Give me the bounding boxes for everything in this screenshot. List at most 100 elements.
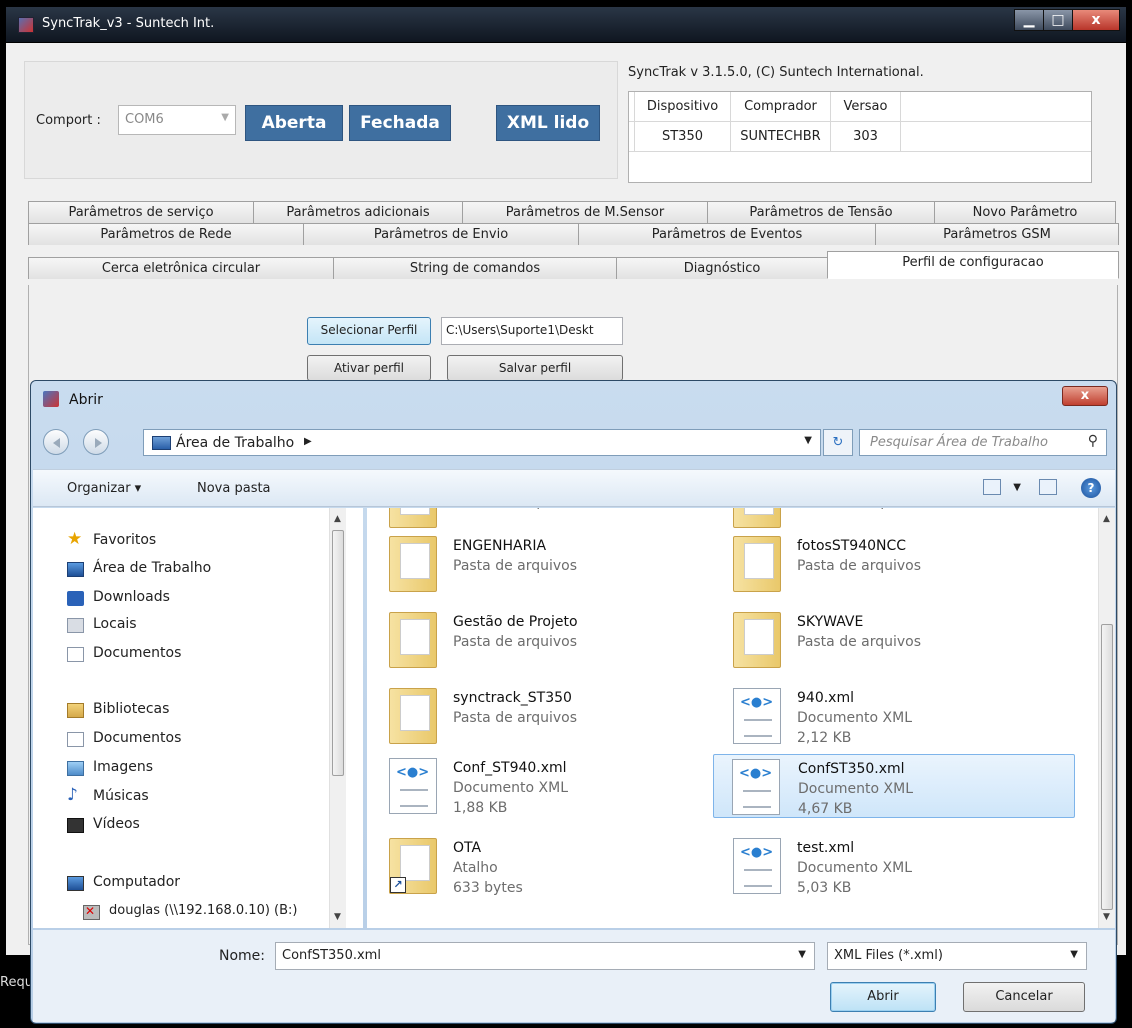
selecionar-perfil-button[interactable]: Selecionar Perfil [307, 317, 431, 345]
libraries-icon [67, 703, 84, 718]
minimize-button[interactable]: ▁ [1014, 9, 1044, 31]
tab-parametros-servico[interactable]: Parâmetros de serviço [28, 201, 254, 223]
filename-input[interactable]: ConfST350.xml ▼ [275, 942, 815, 970]
tab-parametros-tensao[interactable]: Parâmetros de Tensão [707, 201, 935, 223]
tab-cerca-eletronica[interactable]: Cerca eletrônica circular [28, 257, 334, 279]
list-item[interactable]: synctrack_ST350 Pasta de arquivos [383, 684, 715, 748]
ativar-perfil-button[interactable]: Ativar perfil [307, 355, 431, 381]
list-item[interactable]: test.xmlDocumento XML5,03 KB [727, 834, 1059, 898]
device-info-table: Dispositivo Comprador Versao ST350 SUNTE… [628, 91, 1092, 183]
list-item[interactable]: Pasta de arquivos [383, 508, 715, 532]
back-button[interactable] [43, 429, 69, 455]
nav-locais[interactable]: Locais [67, 616, 137, 633]
xml-lido-button[interactable]: XML lido [496, 105, 600, 141]
search-input[interactable]: Pesquisar Área de Trabalho ⚲ [859, 429, 1107, 456]
tab-diagnostico[interactable]: Diagnóstico [616, 257, 828, 279]
list-item[interactable]: Gestão de Projeto Pasta de arquivos [383, 608, 715, 672]
folder-icon [733, 536, 781, 592]
fechada-button[interactable]: Fechada [349, 105, 451, 141]
tab-string-comandos[interactable]: String de comandos [333, 257, 617, 279]
table-header: Dispositivo [635, 92, 731, 121]
nav-scrollbar[interactable]: ▲ ▼ [329, 508, 346, 928]
scroll-down-icon[interactable]: ▼ [1103, 912, 1110, 922]
help-icon[interactable]: ? [1081, 478, 1101, 498]
open-button[interactable]: Abrir [830, 982, 936, 1012]
dialog-close-button[interactable]: x [1062, 386, 1108, 406]
dialog-title: Abrir [69, 392, 103, 408]
nav-downloads[interactable]: Downloads [67, 589, 170, 606]
table-header: Versao [831, 92, 901, 121]
nav-network-drive[interactable]: douglas (\\192.168.0.10) (B:) [83, 903, 298, 920]
list-item[interactable]: ENGENHARIA Pasta de arquivos [383, 532, 715, 596]
maximize-button[interactable]: □ [1043, 9, 1073, 31]
aberta-button[interactable]: Aberta [245, 105, 343, 141]
cancel-button[interactable]: Cancelar [963, 982, 1085, 1012]
xml-file-icon [733, 688, 781, 744]
table-cell: SUNTECHBR [731, 122, 831, 151]
file-type-select[interactable]: XML Files (*.xml) ▼ [827, 942, 1087, 970]
chevron-down-icon[interactable]: ▼ [798, 949, 806, 960]
dialog-app-icon [43, 391, 59, 407]
scroll-thumb[interactable] [1101, 624, 1113, 910]
table-cell: ST350 [635, 122, 731, 151]
tab-parametros-eventos[interactable]: Parâmetros de Eventos [578, 223, 876, 245]
scroll-down-icon[interactable]: ▼ [334, 912, 341, 922]
nav-computador[interactable]: Computador [67, 874, 180, 891]
nav-imagens[interactable]: Imagens [67, 759, 153, 776]
nav-area-trabalho[interactable]: Área de Trabalho [67, 560, 211, 577]
nav-bibliotecas[interactable]: Bibliotecas [67, 701, 169, 718]
new-folder-button[interactable]: Nova pasta [197, 481, 271, 496]
salvar-perfil-button[interactable]: Salvar perfil [447, 355, 623, 381]
list-item[interactable]: fotosST940NCC Pasta de arquivos [727, 532, 1059, 596]
view-options-icon[interactable] [983, 479, 1001, 495]
list-item-selected[interactable]: ConfST350.xmlDocumento XML4,67 KB [713, 754, 1075, 818]
tab-parametros-gsm[interactable]: Parâmetros GSM [875, 223, 1119, 245]
video-icon [67, 818, 84, 833]
organize-menu[interactable]: Organizar ▾ [67, 481, 141, 496]
list-item[interactable]: Conf_ST940.xmlDocumento XML1,88 KB [383, 754, 715, 818]
folder-icon: ↗ [389, 838, 437, 894]
folder-icon [389, 536, 437, 592]
address-text: Área de Trabalho [176, 435, 295, 451]
list-item[interactable]: ↗ OTA Atalho 633 bytes [383, 834, 715, 898]
close-button[interactable]: x [1072, 9, 1120, 31]
scroll-up-icon[interactable]: ▲ [1103, 514, 1110, 524]
nav-favoritos[interactable]: ★ Favoritos [67, 529, 156, 549]
dialog-titlebar[interactable]: Abrir x [31, 381, 1116, 417]
list-item[interactable]: 940.xmlDocumento XML2,12 KB [727, 684, 1059, 748]
nav-videos[interactable]: Vídeos [67, 816, 140, 833]
forward-button[interactable] [83, 429, 109, 455]
scroll-thumb[interactable] [332, 530, 344, 776]
tab-perfil-configuracao[interactable]: Perfil de configuracao [827, 251, 1119, 279]
scroll-up-icon[interactable]: ▲ [334, 514, 341, 524]
chevron-down-icon[interactable]: ▼ [1070, 949, 1078, 960]
nav-documentos[interactable]: Documentos [67, 645, 181, 662]
address-bar[interactable]: Área de Trabalho ▶ ▼ [143, 429, 821, 456]
chevron-down-icon: ▼ [221, 112, 229, 123]
dialog-footer: Nome: ConfST350.xml ▼ XML Files (*.xml) … [33, 930, 1115, 1022]
comport-select[interactable]: COM6 ▼ [118, 105, 236, 135]
chevron-down-icon[interactable]: ▼ [804, 435, 812, 446]
nav-lib-documentos[interactable]: Documentos [67, 730, 181, 747]
chevron-down-icon[interactable]: ▼ [1013, 482, 1021, 493]
chevron-right-icon[interactable]: ▶ [304, 436, 312, 447]
refresh-button[interactable]: ↻ [823, 429, 853, 456]
dialog-toolbar: Organizar ▾ Nova pasta ▼ ? [33, 469, 1115, 507]
tab-parametros-msensor[interactable]: Parâmetros de M.Sensor [462, 201, 708, 223]
tab-parametros-envio[interactable]: Parâmetros de Envio [303, 223, 579, 245]
desktop-folder-icon [152, 436, 171, 450]
preview-pane-icon[interactable] [1039, 479, 1057, 495]
table-cell: 303 [831, 122, 901, 151]
app-icon [18, 17, 34, 33]
app-titlebar[interactable]: SyncTrak_v3 - Suntech Int. ▁ □ x [6, 7, 1126, 43]
list-item[interactable]: SKYWAVE Pasta de arquivos [727, 608, 1059, 672]
list-item[interactable]: Pasta de arquivos [727, 508, 1059, 532]
xml-file-icon [733, 838, 781, 894]
nav-musicas[interactable]: ♪ Músicas [67, 785, 149, 805]
tab-parametros-rede[interactable]: Parâmetros de Rede [28, 223, 304, 245]
tab-parametros-adicionais[interactable]: Parâmetros adicionais [253, 201, 463, 223]
tab-novo-parametro[interactable]: Novo Parâmetro [934, 201, 1116, 223]
profile-path-input[interactable]: C:\Users\Suporte1\Deskt [441, 317, 623, 345]
content-scrollbar[interactable]: ▲ ▼ [1098, 508, 1115, 928]
network-drive-icon [83, 904, 100, 920]
